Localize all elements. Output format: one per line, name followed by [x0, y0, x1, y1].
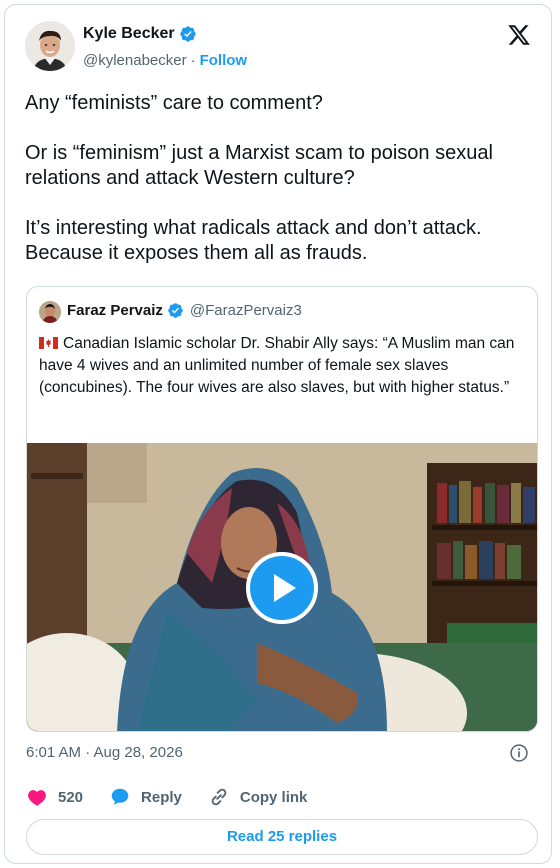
link-icon: [211, 788, 227, 806]
quote-text: Canadian Islamic scholar Dr. Shabir Ally…: [39, 335, 515, 396]
quote-author-handle: @FarazPervaiz3: [189, 302, 302, 319]
x-logo-icon[interactable]: [507, 23, 531, 47]
play-button[interactable]: [246, 552, 318, 624]
canada-flag-icon: [39, 337, 58, 349]
reply-label: Reply: [141, 788, 182, 806]
read-replies-button[interactable]: Read 25 replies: [26, 819, 538, 855]
quoted-tweet[interactable]: Faraz Pervaiz @FarazPervaiz3 Canadian Is…: [26, 286, 538, 732]
tweet-paragraph: Any “feminists” care to comment?: [25, 92, 323, 114]
like-button[interactable]: 520: [26, 786, 83, 808]
like-count: 520: [58, 788, 84, 806]
separator: ·: [190, 52, 196, 69]
tweet-paragraph: It’s interesting what radicals attack an…: [25, 217, 482, 264]
author-handle[interactable]: @kylenabecker: [83, 52, 187, 69]
tweet-text: Any “feminists” care to comment? Or is “…: [25, 91, 545, 266]
play-icon: [274, 574, 296, 602]
quote-text-block: Canadian Islamic scholar Dr. Shabir Ally…: [39, 333, 529, 399]
reply-bubble-icon: [111, 788, 129, 805]
tweet-paragraph: Or is “feminism” just a Marxist scam to …: [25, 142, 493, 189]
author-name[interactable]: Kyle Becker: [83, 25, 175, 43]
copy-link-label: Copy link: [239, 788, 308, 806]
heart-icon: [28, 790, 46, 806]
copy-link-button[interactable]: Copy link: [208, 786, 308, 808]
info-icon[interactable]: [509, 743, 529, 763]
author-avatar[interactable]: [25, 21, 75, 71]
quote-author-name: Faraz Pervaiz: [67, 302, 163, 319]
tweet-timestamp[interactable]: 6:01 AM · Aug 28, 2026: [26, 744, 183, 761]
follow-button[interactable]: Follow: [200, 52, 248, 69]
action-bar: 520 Reply Copy link: [26, 786, 333, 808]
verified-badge-icon: [168, 303, 183, 318]
quote-author-avatar[interactable]: [39, 301, 61, 323]
reply-button[interactable]: Reply: [109, 786, 182, 808]
video-thumbnail[interactable]: [27, 443, 537, 731]
tweet-card: Kyle Becker @kylenabecker · Follow Any “…: [4, 4, 552, 864]
verified-badge-icon: [179, 26, 196, 42]
